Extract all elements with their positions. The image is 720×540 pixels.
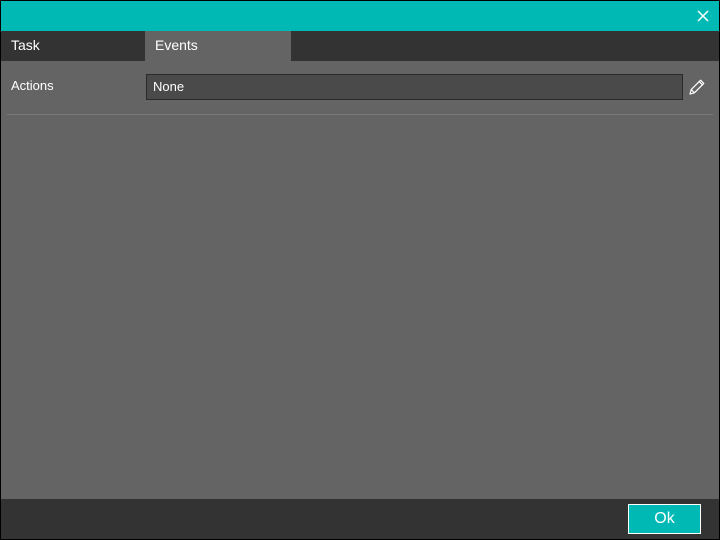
footer-bar: Ok bbox=[1, 499, 719, 539]
close-button[interactable] bbox=[693, 6, 713, 26]
dialog-window: Task Events Actions None Ok bbox=[0, 0, 720, 540]
ok-button[interactable]: Ok bbox=[628, 504, 701, 534]
title-bar bbox=[1, 1, 719, 31]
actions-field[interactable]: None bbox=[146, 74, 683, 100]
section-divider bbox=[7, 114, 713, 115]
actions-row: Actions None bbox=[1, 61, 719, 113]
actions-label: Actions bbox=[11, 78, 54, 93]
close-icon bbox=[697, 10, 709, 22]
pencil-icon bbox=[689, 79, 705, 95]
tab-events[interactable]: Events bbox=[145, 31, 291, 61]
tab-task[interactable]: Task bbox=[1, 31, 145, 61]
tab-events-label: Events bbox=[155, 37, 198, 53]
tab-bar: Task Events bbox=[1, 31, 719, 61]
edit-actions-button[interactable] bbox=[687, 77, 707, 97]
tab-task-label: Task bbox=[11, 37, 40, 53]
